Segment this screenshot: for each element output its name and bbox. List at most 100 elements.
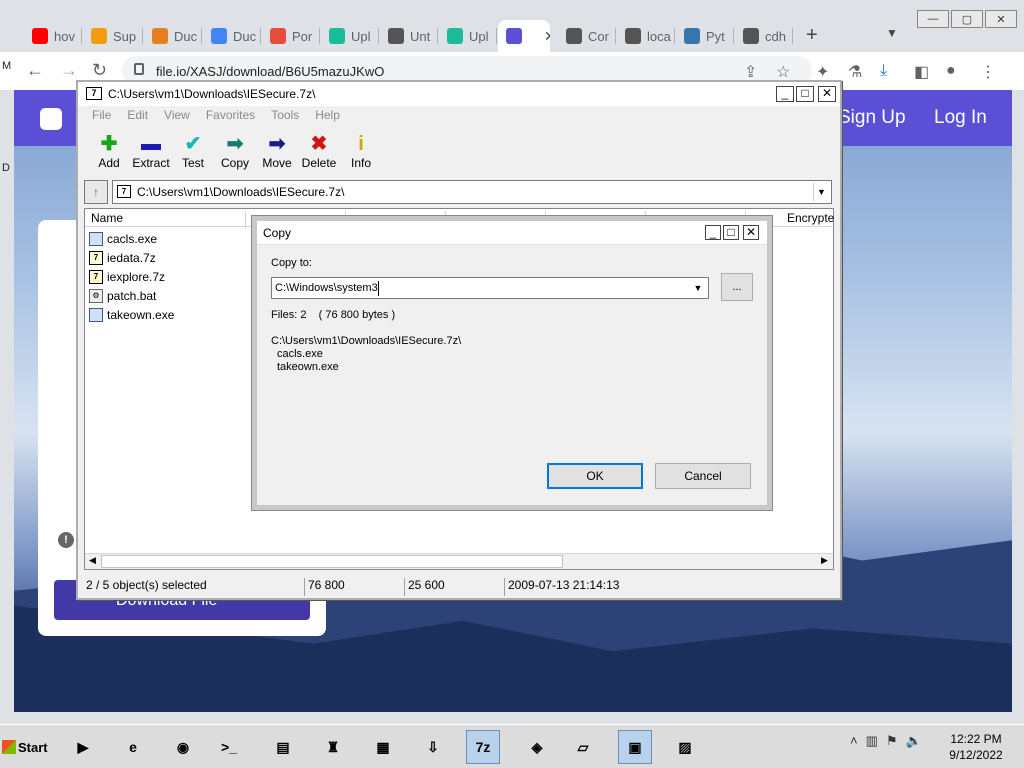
maximize-button[interactable]: ▢ — [951, 10, 983, 28]
menu-item-file[interactable]: File — [92, 108, 111, 122]
file-row[interactable]: 7 iedata.7z — [89, 248, 156, 267]
browser-tab[interactable]: Upl — [439, 20, 497, 52]
browser-tab[interactable]: loca — [617, 20, 675, 52]
reload-icon[interactable]: ↻ — [92, 60, 107, 81]
7zip-minimize-button[interactable]: _ — [776, 86, 794, 102]
flask-icon[interactable]: ⚗ — [848, 62, 862, 82]
remote-icon[interactable]: ▣ — [618, 730, 652, 764]
close-tab-icon[interactable]: ✕ — [544, 28, 550, 45]
browser-tab[interactable]: Upl — [321, 20, 379, 52]
back-arrow-icon[interactable]: ← — [26, 60, 44, 81]
browser-tab[interactable]: Pyt — [676, 20, 734, 52]
cancel-button[interactable]: Cancel — [655, 463, 751, 489]
copy-maximize-button[interactable]: □ — [723, 225, 739, 240]
minus-icon: ▬ — [141, 133, 161, 155]
menu-kebab-icon[interactable]: ⋮ — [980, 62, 996, 82]
media-player-icon[interactable]: ▶ — [66, 730, 100, 764]
info-circle-icon[interactable]: ! — [58, 532, 74, 548]
ie-icon[interactable]: e — [116, 730, 150, 764]
scroll-thumb[interactable] — [101, 555, 563, 568]
browser-tab[interactable]: Sup — [83, 20, 143, 52]
file-io-logo-icon[interactable] — [40, 108, 62, 130]
browser-tab[interactable]: hov — [24, 20, 82, 52]
tray-expand-icon[interactable]: ˄ — [850, 733, 858, 749]
globe-icon — [625, 28, 641, 44]
browser-tab[interactable]: Cor — [558, 20, 616, 52]
info-button[interactable]: i Info — [340, 132, 382, 170]
game-icon[interactable]: ♜ — [316, 730, 350, 764]
browser-tab[interactable]: cdh — [735, 20, 793, 52]
scroll-right-arrow-icon[interactable]: ▶ — [821, 555, 828, 566]
extract-button[interactable]: ▬ Extract — [130, 132, 172, 170]
extensions-puzzle-icon[interactable]: ✦ — [816, 62, 829, 82]
horizontal-scrollbar[interactable]: ◀ ▶ — [85, 553, 833, 569]
new-tab-button[interactable]: + — [806, 24, 818, 47]
menu-item-favorites[interactable]: Favorites — [206, 108, 255, 122]
copy-button[interactable]: ➡ Copy — [214, 132, 256, 170]
cmd-icon[interactable]: >_ — [212, 730, 246, 764]
browser-tab[interactable]: Duc — [203, 20, 261, 52]
7zip-address-combobox[interactable]: 7 C:\Users\vm1\Downloads\IESecure.7z\ ▼ — [112, 180, 832, 204]
image-icon[interactable]: ▨ — [668, 730, 702, 764]
copy-close-button[interactable]: ✕ — [743, 225, 759, 240]
menu-item-edit[interactable]: Edit — [127, 108, 148, 122]
minimize-button[interactable]: — — [917, 10, 949, 28]
file-row[interactable]: ⚙ patch.bat — [89, 286, 156, 305]
address-dropdown-arrow-icon[interactable]: ▼ — [813, 183, 829, 201]
menu-item-help[interactable]: Help — [315, 108, 340, 122]
browser-tab[interactable]: Por — [262, 20, 320, 52]
tab-strip: hov Sup Duc Duc Por Upl Unt Upl ✕ Cor loca Pyt cdh +… — [0, 0, 1024, 52]
network-icon[interactable]: ▦ — [366, 730, 400, 764]
forward-arrow-icon[interactable]: → — [60, 60, 78, 81]
menu-item-tools[interactable]: Tools — [271, 108, 299, 122]
side-panel-icon[interactable]: ◧ — [914, 62, 929, 82]
share-icon[interactable]: ⇪ — [744, 62, 757, 82]
close-button[interactable]: ✕ — [985, 10, 1017, 28]
tab-divider — [674, 28, 675, 44]
volume-tray-icon[interactable]: 🔈 — [906, 733, 922, 749]
upload-icon — [329, 28, 345, 44]
test-button[interactable]: ✔ Test — [172, 132, 214, 170]
security-tray-icon[interactable]: ⚑ — [886, 733, 898, 749]
browser-tab[interactable]: ✕ — [498, 20, 550, 52]
column-encrypted[interactable]: Encrypte — [787, 211, 834, 225]
7zip-icon[interactable]: 7z — [466, 730, 500, 764]
move-button[interactable]: ➡ Move — [256, 132, 298, 170]
file-row[interactable]: takeown.exe — [89, 305, 174, 324]
file-row[interactable]: cacls.exe — [89, 229, 157, 248]
profile-avatar-icon[interactable]: ● — [946, 62, 956, 80]
log-in-link[interactable]: Log In — [934, 107, 987, 129]
column-divider[interactable] — [245, 211, 246, 229]
edge-letter-d: D — [2, 162, 10, 174]
chrome-icon[interactable]: ◉ — [166, 730, 200, 764]
add-button[interactable]: ✚ Add — [88, 132, 130, 170]
bookmark-star-icon[interactable]: ☆ — [776, 62, 790, 82]
folder-up-icon[interactable]: ↑ — [84, 180, 108, 204]
download-icon[interactable]: ⤓ — [880, 62, 887, 80]
destination-input[interactable]: C:\Windows\system3 — [275, 282, 378, 294]
delete-button[interactable]: ✖ Delete — [298, 132, 340, 170]
sign-up-link[interactable]: Sign Up — [838, 107, 906, 129]
menu-item-view[interactable]: View — [164, 108, 190, 122]
destination-combobox[interactable]: C:\Windows\system3 ▼ — [271, 277, 709, 299]
installer-icon[interactable]: ⇩ — [416, 730, 450, 764]
browse-button[interactable]: ... — [721, 273, 753, 301]
browser-tab[interactable]: Duc — [144, 20, 202, 52]
tab-search-chevron-icon[interactable]: ▼ — [886, 26, 898, 40]
scroll-left-arrow-icon[interactable]: ◀ — [89, 555, 96, 566]
destination-dropdown-arrow-icon[interactable]: ▼ — [691, 281, 705, 296]
copy-minimize-button[interactable]: _ — [705, 225, 721, 240]
python-icon[interactable]: ◈ — [520, 730, 554, 764]
network-tray-icon[interactable]: ▥ — [866, 733, 878, 749]
ok-button[interactable]: OK — [547, 463, 643, 489]
column-name[interactable]: Name — [91, 211, 123, 225]
7zip-close-button[interactable]: ✕ — [818, 86, 836, 102]
explorer-icon[interactable]: ▤ — [266, 730, 300, 764]
copy-to-label: Copy to: — [271, 257, 312, 269]
notepad-icon[interactable]: ▱ — [566, 730, 600, 764]
browser-tab[interactable]: Unt — [380, 20, 438, 52]
file-row[interactable]: 7 iexplore.7z — [89, 267, 165, 286]
7zip-maximize-button[interactable]: □ — [796, 86, 814, 102]
clock[interactable]: 12:22 PM 9/12/2022 — [936, 731, 1016, 763]
start-button[interactable]: Start — [2, 731, 52, 763]
